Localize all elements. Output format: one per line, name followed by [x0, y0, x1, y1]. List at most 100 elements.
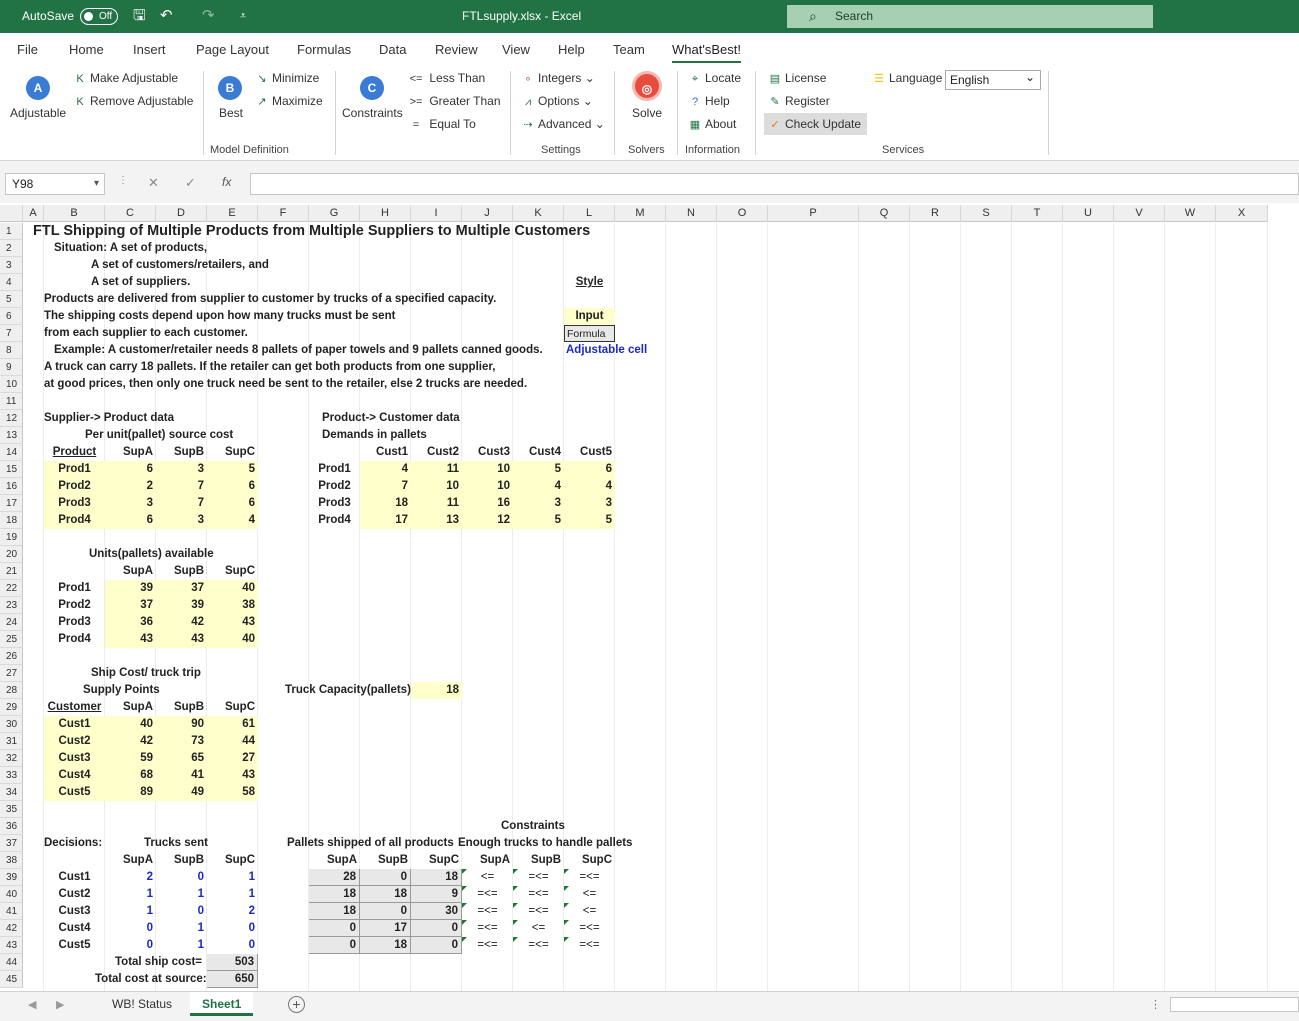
- cell[interactable]: SupA: [105, 852, 156, 869]
- cell[interactable]: 0: [156, 869, 207, 886]
- row-header[interactable]: 39: [0, 869, 23, 886]
- constraint-cell[interactable]: =<=: [462, 903, 513, 920]
- cell[interactable]: Cust5: [564, 444, 615, 461]
- row-header[interactable]: 3: [0, 257, 23, 274]
- cell[interactable]: 1: [156, 886, 207, 903]
- cell[interactable]: 5: [513, 512, 564, 529]
- cell[interactable]: 1: [105, 903, 156, 920]
- make-adjustable-button[interactable]: K Make Adjustable: [72, 71, 178, 87]
- column-header[interactable]: X: [1216, 205, 1268, 222]
- cell[interactable]: 0: [360, 869, 411, 886]
- cell[interactable]: 1: [207, 886, 258, 903]
- constraint-cell[interactable]: <=: [564, 903, 615, 920]
- options-dropdown[interactable]: ⩘ Options ⌄: [520, 94, 593, 110]
- maximize-button[interactable]: ↗ Maximize: [254, 94, 322, 110]
- cell[interactable]: Prod1: [44, 580, 105, 597]
- adjustable-button[interactable]: Adjustable: [10, 106, 66, 121]
- constraint-cell[interactable]: =<=: [564, 937, 615, 954]
- cell[interactable]: SupB: [156, 699, 207, 716]
- cell[interactable]: 503: [207, 954, 258, 971]
- row-header[interactable]: 5: [0, 291, 23, 308]
- column-header[interactable]: T: [1012, 205, 1063, 222]
- cell[interactable]: Prod3: [44, 495, 105, 512]
- row-header[interactable]: 20: [0, 546, 23, 563]
- cell[interactable]: Cust4: [44, 920, 105, 937]
- column-header[interactable]: D: [156, 205, 207, 222]
- cell[interactable]: Prod4: [309, 512, 360, 529]
- row-header[interactable]: 13: [0, 427, 23, 444]
- cell[interactable]: 3: [156, 461, 207, 478]
- cell[interactable]: 0: [105, 937, 156, 954]
- cell[interactable]: 0: [411, 920, 462, 937]
- cell[interactable]: Example: A customer/retailer needs 8 pal…: [54, 342, 543, 359]
- cell[interactable]: 90: [156, 716, 207, 733]
- constraints-button[interactable]: Constraints: [342, 106, 403, 121]
- row-header[interactable]: 27: [0, 665, 23, 682]
- constraint-cell[interactable]: <=: [462, 869, 513, 886]
- cell[interactable]: Adjustable cell: [566, 342, 647, 359]
- tab-file[interactable]: File: [17, 42, 38, 57]
- cell[interactable]: Ship Cost/ truck trip: [91, 665, 201, 682]
- row-header[interactable]: 6: [0, 308, 23, 325]
- cell[interactable]: Decisions:: [44, 835, 102, 852]
- cell[interactable]: 7: [360, 478, 411, 495]
- cell[interactable]: 4: [207, 512, 258, 529]
- cell[interactable]: 0: [105, 920, 156, 937]
- constraint-cell[interactable]: =<=: [513, 886, 564, 903]
- cell[interactable]: Prod2: [309, 478, 360, 495]
- tab-data[interactable]: Data: [379, 42, 406, 57]
- cell[interactable]: Cust1: [360, 444, 411, 461]
- cell[interactable]: 4: [360, 461, 411, 478]
- row-header[interactable]: 7: [0, 325, 23, 342]
- cell[interactable]: Cust3: [44, 903, 105, 920]
- cell[interactable]: Prod1: [44, 461, 105, 478]
- cell[interactable]: 0: [411, 937, 462, 954]
- row-header[interactable]: 21: [0, 563, 23, 580]
- cell[interactable]: 1: [156, 937, 207, 954]
- cell[interactable]: 89: [105, 784, 156, 801]
- cell[interactable]: Per unit(pallet) source cost: [85, 427, 233, 444]
- solve-button[interactable]: Solve: [632, 106, 662, 121]
- cell[interactable]: 42: [156, 614, 207, 631]
- cell[interactable]: 58: [207, 784, 258, 801]
- autosave-toggle[interactable]: Off: [80, 8, 118, 25]
- cell[interactable]: SupC: [411, 852, 462, 869]
- cell[interactable]: A set of suppliers.: [91, 274, 190, 291]
- cell[interactable]: Input: [564, 308, 615, 325]
- cell[interactable]: 6: [207, 478, 258, 495]
- row-header[interactable]: 10: [0, 376, 23, 393]
- cell[interactable]: 0: [360, 903, 411, 920]
- cell[interactable]: 16: [462, 495, 513, 512]
- cell[interactable]: 18: [360, 886, 411, 903]
- cell[interactable]: SupC: [207, 699, 258, 716]
- redo-icon[interactable]: ↷: [202, 7, 215, 25]
- tab-review[interactable]: Review: [435, 42, 478, 57]
- constraint-cell[interactable]: =<=: [513, 903, 564, 920]
- cell[interactable]: 18: [411, 682, 462, 699]
- insert-function-icon[interactable]: fx: [222, 175, 231, 189]
- cancel-icon[interactable]: ✕: [148, 175, 159, 191]
- cell[interactable]: 1: [105, 886, 156, 903]
- row-header[interactable]: 30: [0, 716, 23, 733]
- cell[interactable]: 12: [462, 512, 513, 529]
- column-header[interactable]: V: [1114, 205, 1165, 222]
- cell[interactable]: 43: [105, 631, 156, 648]
- advanced-dropdown[interactable]: ⇢ Advanced ⌄: [520, 117, 604, 133]
- cell[interactable]: 30: [411, 903, 462, 920]
- cell[interactable]: 68: [105, 767, 156, 784]
- cell[interactable]: 42: [105, 733, 156, 750]
- row-header[interactable]: 37: [0, 835, 23, 852]
- cell[interactable]: Truck Capacity(pallets):: [285, 682, 415, 699]
- column-header[interactable]: W: [1165, 205, 1216, 222]
- tab-formulas[interactable]: Formulas: [297, 42, 351, 57]
- language-select[interactable]: English: [945, 68, 1041, 90]
- cell[interactable]: 65: [156, 750, 207, 767]
- cell[interactable]: 61: [207, 716, 258, 733]
- row-header[interactable]: 29: [0, 699, 23, 716]
- constraint-cell[interactable]: =<=: [513, 937, 564, 954]
- cell[interactable]: 40: [105, 716, 156, 733]
- row-header[interactable]: 32: [0, 750, 23, 767]
- cell[interactable]: from each supplier to each customer.: [44, 325, 248, 342]
- row-header[interactable]: 17: [0, 495, 23, 512]
- cell[interactable]: Prod1: [309, 461, 360, 478]
